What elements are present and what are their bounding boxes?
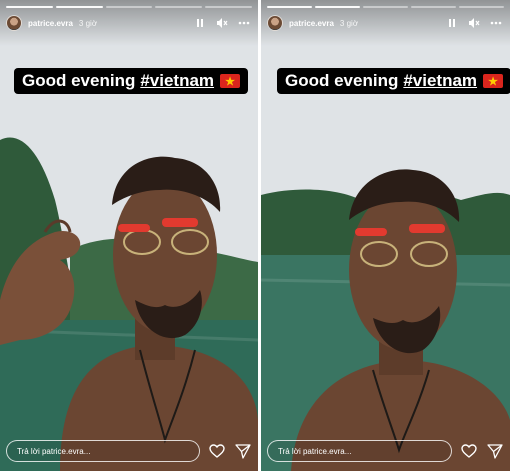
story-panel-right[interactable]: patrice.evra 3 giờ Good evening #vietnam… (261, 0, 510, 471)
avatar[interactable] (6, 15, 22, 31)
more-icon[interactable] (238, 17, 250, 29)
story-header: patrice.evra 3 giờ (6, 13, 250, 33)
progress-segment (205, 6, 252, 8)
username[interactable]: patrice.evra (28, 19, 73, 28)
pause-icon[interactable] (194, 17, 206, 29)
reply-bar: Trả lời patrice.evra... (267, 438, 504, 464)
story-controls (194, 17, 250, 29)
pause-icon[interactable] (446, 17, 458, 29)
vietnam-flag-icon: ★ (483, 74, 504, 88)
progress-segment (267, 6, 312, 8)
reply-placeholder: Trả lời patrice.evra... (278, 446, 352, 456)
progress-segment (363, 6, 408, 8)
send-icon[interactable] (234, 442, 252, 460)
caption-hashtag[interactable]: #vietnam (403, 71, 477, 91)
username[interactable]: patrice.evra (289, 19, 334, 28)
story-caption: Good evening #vietnam ★ (14, 68, 249, 94)
flag-star: ★ (225, 75, 235, 88)
progress-bar (6, 6, 252, 8)
story-caption: Good evening #vietnam ★ (277, 68, 510, 94)
post-time: 3 giờ (78, 18, 98, 28)
reply-input[interactable]: Trả lời patrice.evra... (267, 440, 452, 462)
reply-bar: Trả lời patrice.evra... (6, 438, 252, 464)
progress-segment (315, 6, 360, 8)
progress-segment (6, 6, 53, 8)
story-controls (446, 17, 502, 29)
story-viewer: patrice.evra 3 giờ Good evening #vietnam… (0, 0, 510, 471)
story-panel-left[interactable]: patrice.evra 3 giờ Good evening #vietnam… (0, 0, 258, 471)
progress-segment (459, 6, 504, 8)
progress-segment (105, 6, 153, 8)
post-time: 3 giờ (339, 18, 359, 28)
progress-segment (55, 6, 103, 8)
reply-placeholder: Trả lời patrice.evra... (17, 446, 91, 456)
mute-icon[interactable] (216, 17, 228, 29)
progress-segment (155, 6, 203, 8)
caption-text: Good evening (22, 71, 136, 90)
progress-segment (411, 6, 456, 8)
avatar[interactable] (267, 15, 283, 31)
vietnam-flag-icon: ★ (220, 74, 241, 88)
mute-icon[interactable] (468, 17, 480, 29)
heart-icon[interactable] (208, 442, 226, 460)
story-header: patrice.evra 3 giờ (267, 13, 502, 33)
heart-icon[interactable] (460, 442, 478, 460)
send-icon[interactable] (486, 442, 504, 460)
reply-input[interactable]: Trả lời patrice.evra... (6, 440, 200, 462)
more-icon[interactable] (490, 17, 502, 29)
progress-bar (267, 6, 504, 8)
caption-text: Good evening (285, 71, 399, 90)
flag-star: ★ (488, 75, 498, 88)
caption-hashtag[interactable]: #vietnam (140, 71, 214, 91)
